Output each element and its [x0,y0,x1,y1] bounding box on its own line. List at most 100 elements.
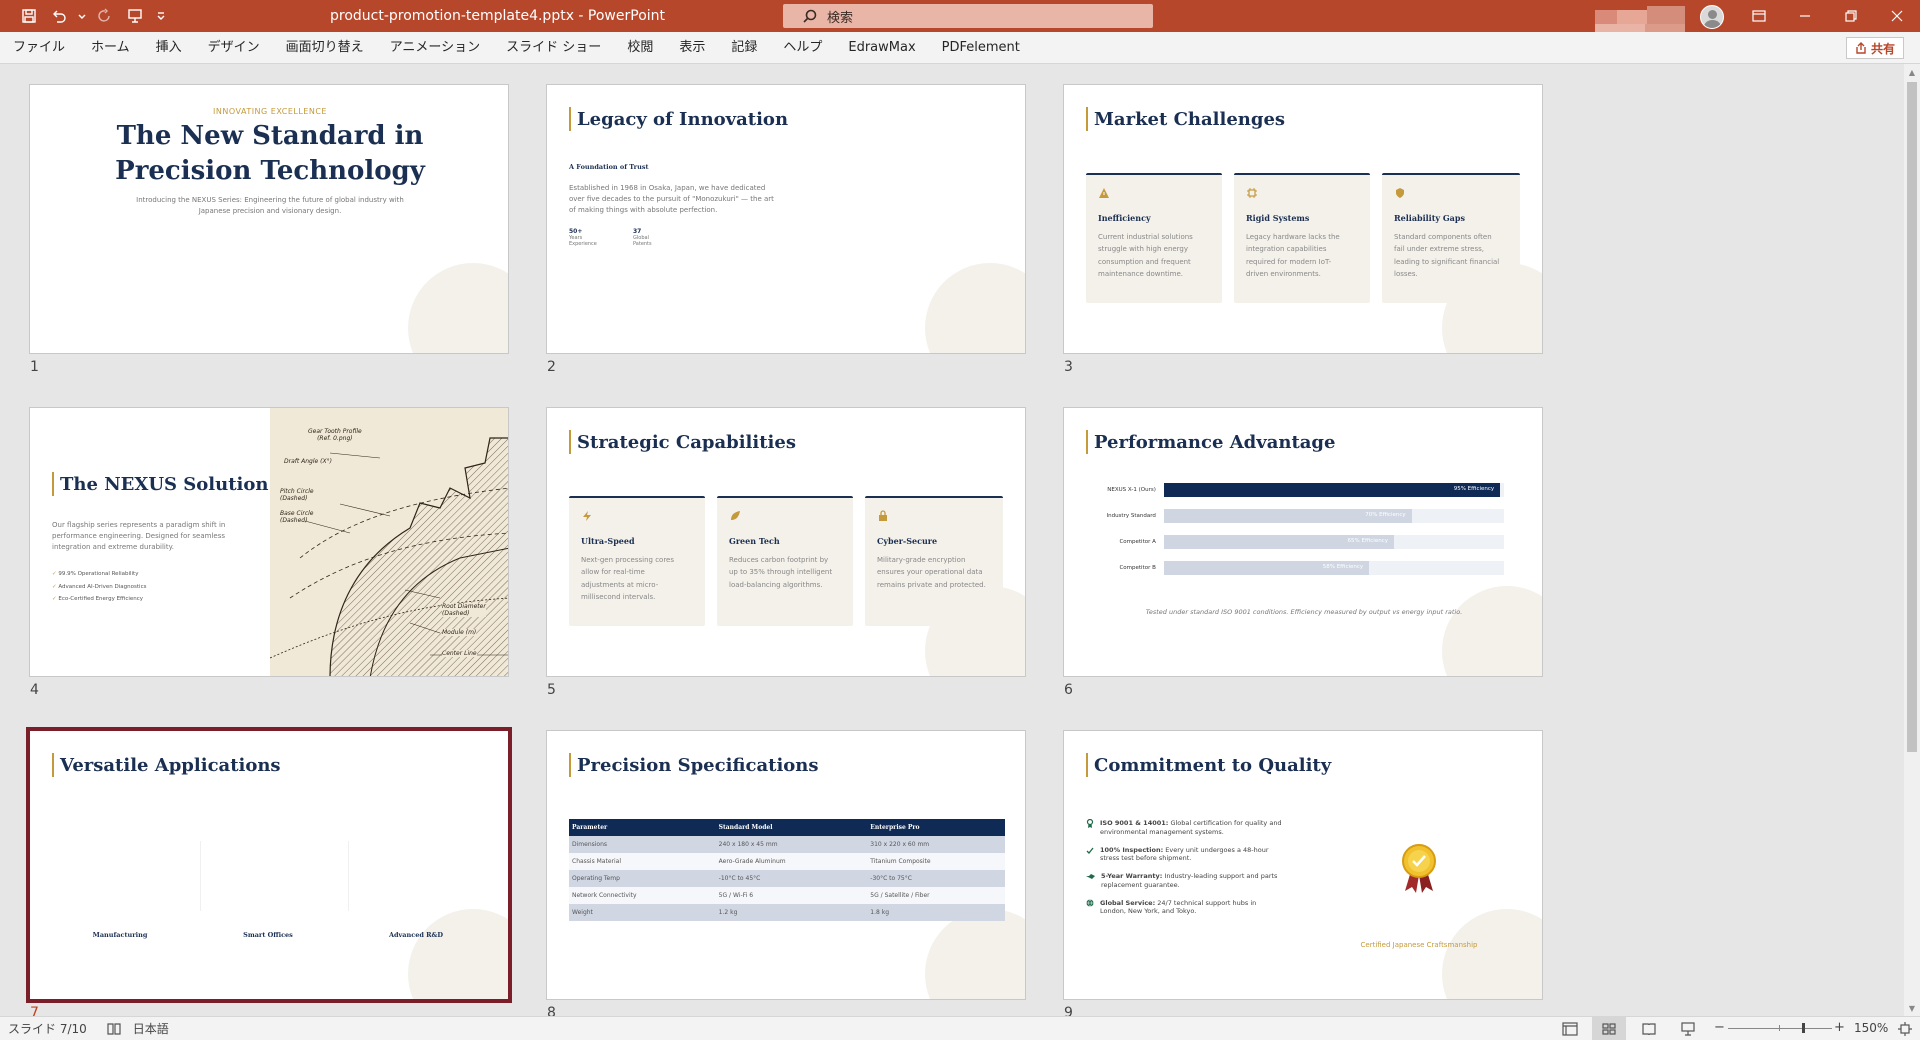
close-icon[interactable] [1874,0,1920,32]
quality-list: ISO 9001 & 14001: Global certification f… [1086,819,1306,916]
inspection-icon [1086,847,1094,854]
card-description-line: integration capabilities [1246,245,1327,254]
gear-label-module: Module (m) [442,629,477,636]
card-description-line: fail under extreme stress, [1394,245,1484,254]
gear-label-line: (Ref. 0.png) [317,435,353,443]
bar-track: 58% Efficiency [1163,561,1504,575]
slide1-subtitle-line1: Introducing the NEXUS Series: Engineerin… [136,196,404,204]
zoom-slider[interactable] [1728,1023,1832,1033]
slide4-checklist: ✓ 99.9% Operational Reliability ✓ Advanc… [52,568,146,606]
bar-fill: 65% Efficiency [1163,535,1394,549]
card-description-line: adjustments at micro- [581,580,659,589]
fit-to-window-icon[interactable] [1898,1022,1912,1036]
tab-help[interactable]: ヘルプ [770,32,835,64]
item-bold: 5-Year Warranty: [1101,872,1163,881]
redo-icon[interactable] [92,3,118,29]
language-indicator[interactable]: 日本語 [133,1020,169,1037]
tab-slideshow[interactable]: スライド ショー [493,32,614,64]
slide-thumbnail-9[interactable]: Commitment to Quality ISO 9001 & 14001: … [1063,730,1543,1000]
gear-label-pitch-circle: Pitch Circle (Dashed) [280,488,314,502]
accessibility-check-icon[interactable] [107,1022,121,1036]
slide2-body-line1: Established in 1968 in Osaka, Japan, we … [569,184,766,192]
tab-file[interactable]: ファイル [0,32,78,64]
gear-label-line: Base Circle [280,510,314,517]
card-description-line: Next-gen processing cores [581,556,675,564]
slide-thumbnail-6[interactable]: Performance Advantage NEXUS X-1 (Ours) 95… [1063,407,1543,677]
tab-pdfelement[interactable]: PDFelement [929,32,1033,64]
app-label-manufacturing: Manufacturing [92,931,148,939]
restore-icon[interactable] [1828,0,1874,32]
undo-dropdown-icon[interactable] [76,3,88,29]
tab-home[interactable]: ホーム [78,32,143,64]
tab-review[interactable]: 校閲 [614,32,666,64]
slide7-heading: Versatile Applications [52,753,281,777]
undo-icon[interactable] [46,3,72,29]
slide-thumbnail-3[interactable]: Market Challenges Inefficiency Current i… [1063,84,1543,354]
slide-thumbnail-8[interactable]: Precision Specifications Parameter Stand… [546,730,1026,1000]
item-text: environmental management systems. [1100,827,1224,836]
slide-thumbnail-7[interactable]: Versatile Applications Manufacturing Sma… [26,727,512,1003]
save-icon[interactable] [16,3,42,29]
gear-drawing [270,437,508,676]
table-cell: 310 x 220 x 60 mm [867,836,1005,853]
slide-thumbnail-1[interactable]: INNOVATING EXCELLENCE The New Standard i… [29,84,509,354]
item-text: replacement guarantee. [1101,880,1180,889]
scroll-down-icon[interactable]: ▼ [1904,1000,1920,1016]
slide-thumbnail-5[interactable]: Strategic Capabilities Ultra-Speed Next-… [546,407,1026,677]
tab-insert[interactable]: 挿入 [143,32,195,64]
slideshow-from-start-icon[interactable] [122,3,148,29]
slide3-heading: Market Challenges [1086,107,1285,131]
slide-sorter: INNOVATING EXCELLENCE The New Standard i… [0,64,1904,1016]
bar-row: Industry Standard 70% Efficiency [1104,509,1504,523]
slide-thumbnail-2[interactable]: Legacy of Innovation A Foundation of Tru… [546,84,1026,354]
slide-number-7: 7 [30,1005,39,1016]
tab-animations[interactable]: アニメーション [377,32,493,64]
share-button[interactable]: 共有 [1845,37,1904,59]
reading-view-icon[interactable] [1642,1022,1656,1036]
item-text: Industry-leading support and parts [1162,872,1278,881]
slide-number-5: 5 [547,682,556,698]
card-description: Reduces carbon footprint by up to 35% th… [729,554,841,591]
normal-view-icon[interactable] [1562,1022,1578,1036]
card-description-line: maintenance downtime. [1098,269,1184,278]
zoom-slider-center-tick [1779,1025,1780,1031]
slide-thumbnail-4[interactable]: The NEXUS Solution Our flagship series r… [29,407,509,677]
slide2-body-line2: over five decades to the pursuit of "Mon… [569,195,774,204]
avatar[interactable] [1700,5,1724,29]
card-title: Green Tech [729,536,780,546]
card-inefficiency: Inefficiency Current industrial solution… [1086,173,1222,303]
zoom-slider-thumb[interactable] [1802,1023,1805,1033]
check-item-label: Eco-Certified Energy Efficiency [58,596,144,603]
zoom-out-icon[interactable]: − [1714,1020,1725,1035]
minimize-icon[interactable] [1782,0,1828,32]
slide2-heading: Legacy of Innovation [569,107,788,131]
scrollbar-thumb[interactable] [1907,82,1917,752]
tab-edrawmax[interactable]: EdrawMax [835,32,928,64]
slide1-subtitle-line2: Japanese precision and visionary design. [198,207,342,216]
card-description-line: Military-grade encryption [877,556,966,564]
tab-view[interactable]: 表示 [666,32,718,64]
card-reliability-gaps: Reliability Gaps Standard components oft… [1382,173,1520,303]
vertical-scrollbar[interactable]: ▲ ▼ [1904,64,1920,1016]
card-description-line: remains private and protected. [877,580,986,589]
tab-transitions[interactable]: 画面切り替え [273,32,377,64]
list-item: ISO 9001 & 14001: Global certification f… [1086,819,1306,837]
zoom-level[interactable]: 150% [1854,1021,1888,1035]
customize-toolbar-icon[interactable] [152,3,170,29]
slide8-heading: Precision Specifications [569,753,819,777]
slide-sorter-view-button[interactable] [1592,1017,1626,1040]
lock-icon [879,510,887,521]
tab-record[interactable]: 記録 [718,32,770,64]
spec-table: Parameter Standard Model Enterprise Pro … [569,819,1005,921]
slideshow-view-icon[interactable] [1680,1022,1696,1036]
ribbon-display-options-icon[interactable] [1736,0,1782,32]
bar-row: Competitor A 65% Efficiency [1104,535,1504,549]
tab-design[interactable]: デザイン [195,32,273,64]
ribbon-tab-bar: ファイル ホーム 挿入 デザイン 画面切り替え アニメーション スライド ショー… [0,32,1920,64]
scroll-up-icon[interactable]: ▲ [1904,64,1920,80]
zoom-in-icon[interactable]: + [1834,1020,1845,1035]
bar-label: Industry Standard [1106,513,1156,519]
card-ultra-speed: Ultra-Speed Next-gen processing cores al… [569,496,705,626]
search-input[interactable]: 検索 [783,4,1153,28]
list-item: Global Service: 24/7 technical support h… [1086,899,1306,917]
